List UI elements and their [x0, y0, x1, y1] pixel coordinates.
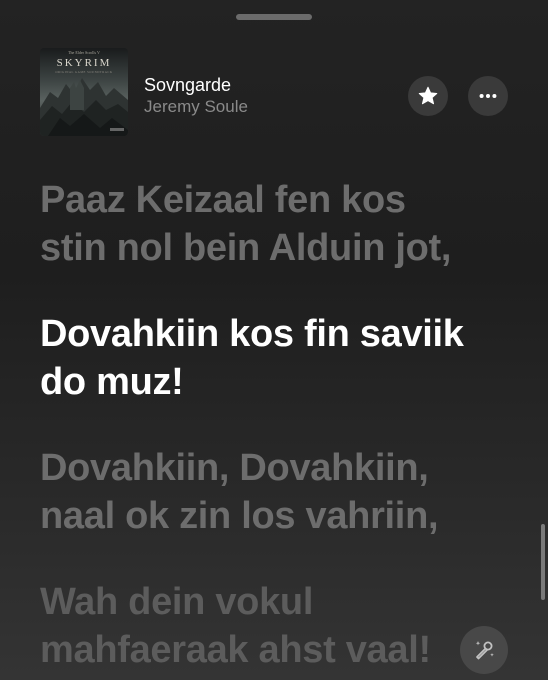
lyric-line-current[interactable]: Dovahkiin kos fin saviik do muz! — [40, 310, 520, 406]
album-artwork[interactable]: The Elder Scrolls V SKYRIM ORIGINAL GAME… — [40, 48, 128, 136]
lyric-line-upcoming[interactable]: Dovahkiin, Dovahkiin, naal ok zin los va… — [40, 444, 520, 540]
star-icon — [418, 86, 438, 105]
more-options-button[interactable] — [468, 76, 508, 116]
lyric-text: Paaz Keizaal fen kos — [40, 179, 406, 221]
lyrics-view[interactable]: Paaz Keizaal fen kos stin nol bein Aldui… — [40, 176, 520, 680]
lyric-text: Dovahkiin, Dovahkiin, — [40, 447, 429, 489]
lyric-text: naal ok zin los vahriin, — [40, 495, 439, 537]
lyric-text: mahfaeraak ahst vaal! — [40, 629, 431, 671]
sheet-grabber[interactable] — [236, 14, 312, 20]
artwork-top-line: The Elder Scrolls V — [68, 50, 100, 55]
now-playing-header: The Elder Scrolls V SKYRIM ORIGINAL GAME… — [40, 48, 510, 138]
track-artist: Jeremy Soule — [144, 97, 248, 116]
lyric-text: do muz! — [40, 361, 184, 403]
lyric-text: stin nol bein Alduin jot, — [40, 227, 452, 269]
lyric-text: Wah dein vokul — [40, 581, 314, 623]
lyric-line-past[interactable]: Paaz Keizaal fen kos stin nol bein Aldui… — [40, 176, 520, 272]
artwork-subtitle: ORIGINAL GAME SOUNDTRACK — [55, 70, 113, 74]
microphone-sparkle-icon — [475, 641, 494, 660]
lyrics-scrollbar[interactable] — [541, 524, 545, 600]
lyric-text: Dovahkiin kos fin saviik — [40, 313, 464, 355]
artwork-title: SKYRIM — [56, 57, 112, 69]
track-title: Sovngarde — [144, 75, 232, 95]
sing-mode-button[interactable] — [460, 626, 508, 674]
favorite-button[interactable] — [408, 76, 448, 116]
track-info[interactable]: Sovngarde Jeremy Soule — [144, 74, 248, 118]
ellipsis-icon — [479, 93, 497, 99]
lyric-line-upcoming[interactable]: Wah dein vokul mahfaeraak ahst vaal! — [40, 578, 520, 674]
